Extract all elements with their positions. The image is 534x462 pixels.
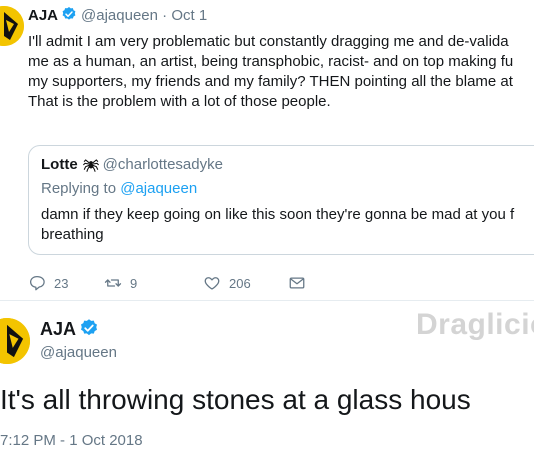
tweet-author: AJA (40, 318, 103, 340)
author-name[interactable]: AJA (40, 319, 76, 339)
replying-to-handle[interactable]: @ajaqueen (120, 180, 197, 197)
watermark: Draglicio (416, 308, 534, 341)
divider (0, 300, 534, 301)
quote-text-line: breathing (41, 226, 104, 243)
avatar-image (0, 6, 24, 46)
tweet-text-line: That is the problem with a lot of those … (28, 93, 331, 110)
tweet-text: I'll admit I am very problematic but con… (28, 32, 534, 112)
author-handle[interactable]: @ajaqueen (81, 7, 158, 24)
reply-count: 23 (54, 275, 69, 291)
direct-message-button[interactable] (288, 274, 306, 292)
tweet-timestamp[interactable]: 7:12 PM - 1 Oct 2018 (0, 432, 143, 449)
spider-icon (82, 159, 99, 172)
author-handle[interactable]: @ajaqueen (40, 344, 117, 361)
verified-badge-icon (81, 319, 98, 336)
heart-icon (204, 277, 220, 290)
reply-button[interactable]: 23 (28, 274, 68, 292)
tweet-text-line: my supporters, my friends and my family?… (28, 73, 513, 90)
avatar[interactable] (0, 6, 24, 46)
quoted-tweet[interactable]: Lotte @charlottesadyke Replying to @ajaqu… (28, 145, 534, 255)
like-button[interactable]: 206 (203, 274, 251, 292)
quote-author-name[interactable]: Lotte (41, 156, 78, 173)
reply-icon (29, 275, 45, 291)
tweet: AJA @ajaqueen · Oct 1 I'll admit I am ver… (0, 0, 534, 300)
tweet-header: AJA @ajaqueen · Oct 1 (28, 6, 207, 24)
author-name[interactable]: AJA (28, 7, 58, 24)
envelope-icon (289, 277, 305, 289)
tweet-text-line: I'll admit I am very problematic but con… (28, 33, 509, 50)
separator: · (162, 7, 168, 24)
retweet-count: 9 (130, 275, 138, 291)
like-count: 206 (229, 275, 251, 291)
quote-header: Lotte @charlottesadyke (41, 156, 223, 173)
avatar-image (0, 318, 30, 364)
tweet-text: It's all throwing stones at a glass hous (0, 384, 471, 415)
quote-text: damn if they keep going on like this soo… (41, 205, 514, 245)
tweet-text-line: me as a human, an artist, being transpho… (28, 53, 514, 70)
replying-to-label: Replying to (41, 180, 117, 197)
tweet-date[interactable]: Oct 1 (171, 7, 207, 24)
verified-badge-icon (62, 7, 76, 20)
avatar[interactable] (0, 318, 30, 364)
quote-author-handle[interactable]: @charlottesadyke (103, 156, 223, 173)
retweet-button[interactable]: 9 (104, 274, 137, 292)
quote-text-line: damn if they keep going on like this soo… (41, 206, 515, 223)
replying-to: Replying to @ajaqueen (41, 180, 197, 197)
retweet-icon (104, 279, 122, 287)
